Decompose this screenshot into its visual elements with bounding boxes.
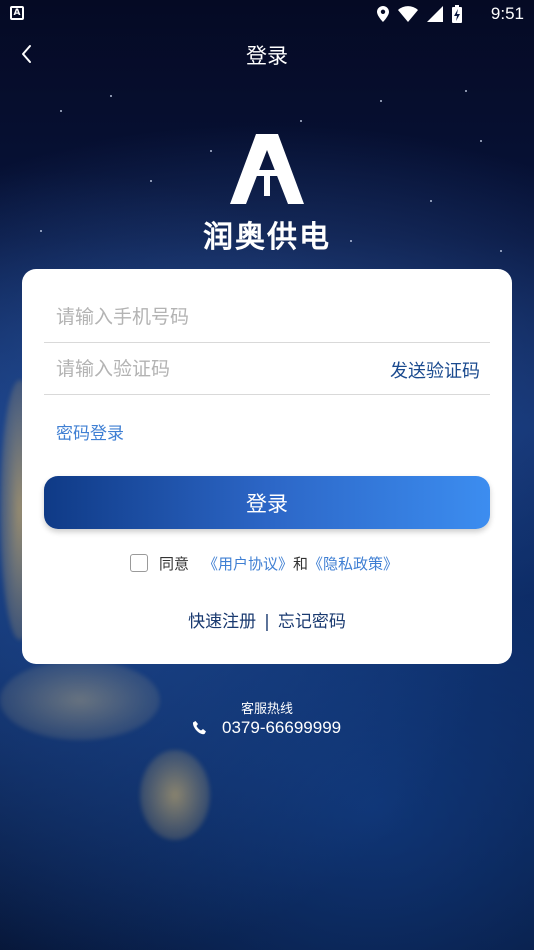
hotline-row[interactable]: 0379-66699999	[192, 718, 341, 738]
app-notification-icon: A	[10, 6, 24, 20]
quick-register-link[interactable]: 快速注册	[188, 612, 256, 632]
user-agreement-link[interactable]: 《用户协议》	[203, 553, 293, 574]
hotline-number: 0379-66699999	[222, 718, 342, 737]
brand-logo: 润奥供电	[200, 134, 334, 255]
agree-label: 同意	[159, 554, 190, 573]
battery-charging-icon	[452, 5, 462, 23]
send-code-button[interactable]: 发送验证码	[390, 357, 480, 383]
app-header: 登录	[0, 28, 534, 80]
signal-icon	[427, 6, 443, 22]
page-title: 登录	[246, 44, 288, 68]
password-login-link[interactable]: 密码登录	[56, 419, 124, 444]
wifi-icon	[398, 6, 418, 22]
phone-input[interactable]	[56, 301, 356, 333]
phone-icon	[192, 721, 206, 735]
logo-mark-icon	[230, 134, 304, 204]
link-separator: |	[264, 612, 270, 632]
brand-name: 润奥供电	[203, 220, 331, 255]
forgot-password-link[interactable]: 忘记密码	[278, 612, 346, 632]
verification-code-input[interactable]	[56, 353, 356, 385]
status-time: 9:51	[490, 4, 524, 23]
code-field: 发送验证码	[44, 343, 490, 395]
agreement-checkbox[interactable]	[130, 554, 148, 572]
hotline-label: 客服热线	[240, 702, 293, 717]
status-bar: A 9:51	[0, 0, 534, 28]
login-card: 发送验证码 密码登录 登录 同意 《用户协议》 和 《隐私政策》 快速注册 | 忘记…	[22, 269, 512, 664]
phone-field	[44, 291, 490, 343]
agreement-and-text: 和	[293, 554, 309, 573]
location-icon	[377, 6, 389, 22]
privacy-policy-link[interactable]: 《隐私政策》	[308, 553, 398, 574]
account-links: 快速注册 | 忘记密码	[22, 607, 512, 632]
island-lights-decoration	[140, 750, 210, 840]
agreement-row: 同意 《用户协议》 和 《隐私政策》	[130, 552, 398, 574]
login-button[interactable]: 登录	[44, 476, 490, 529]
